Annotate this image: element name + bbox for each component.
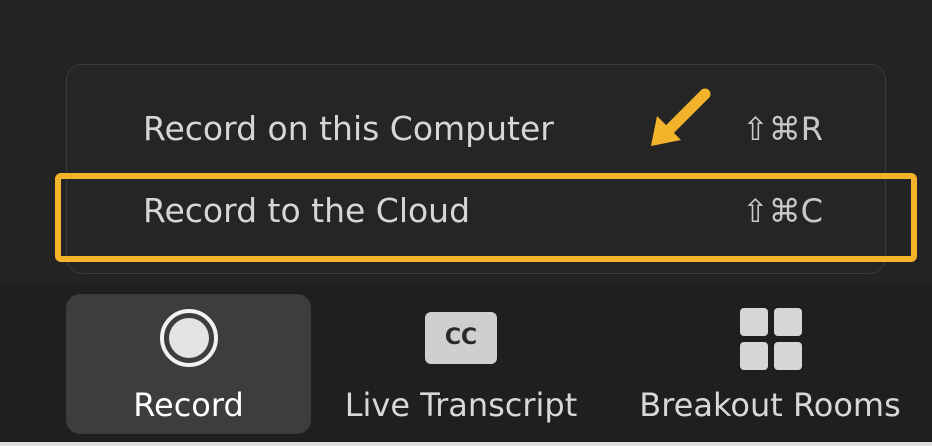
menu-item-label: Record on this Computer [143,109,554,148]
live-transcript-label: Live Transcript [344,386,578,424]
record-button[interactable]: Record [66,294,311,434]
record-menu: Record on this Computer ⇧⌘R Record to th… [66,64,886,274]
grid-icon-tile [774,308,802,336]
meeting-window: Record on this Computer ⇧⌘R Record to th… [0,0,932,446]
record-button-label: Record [133,386,244,424]
breakout-rooms-label: Breakout Rooms [639,386,901,424]
record-icon [160,309,218,367]
grid-icon-tile [774,342,802,370]
meeting-toolbar: Record CC Live Transcript Breakout Rooms [0,286,932,446]
grid-icon [740,308,802,370]
window-bottom-edge [0,442,932,446]
record-icon-dot [169,318,209,358]
menu-item-record-on-computer[interactable]: Record on this Computer ⇧⌘R [67,93,887,165]
grid-icon-tile [740,342,768,370]
closed-caption-icon: CC [425,312,497,364]
live-transcript-button[interactable]: CC Live Transcript [326,294,596,434]
menu-item-label: Record to the Cloud [143,191,471,230]
breakout-rooms-button[interactable]: Breakout Rooms [622,294,918,434]
grid-icon-tile [740,308,768,336]
arrow-down-left-icon [651,88,711,146]
menu-item-record-to-cloud[interactable]: Record to the Cloud ⇧⌘C [67,175,887,247]
menu-item-shortcut: ⇧⌘R [741,110,823,148]
menu-item-shortcut: ⇧⌘C [741,192,823,230]
